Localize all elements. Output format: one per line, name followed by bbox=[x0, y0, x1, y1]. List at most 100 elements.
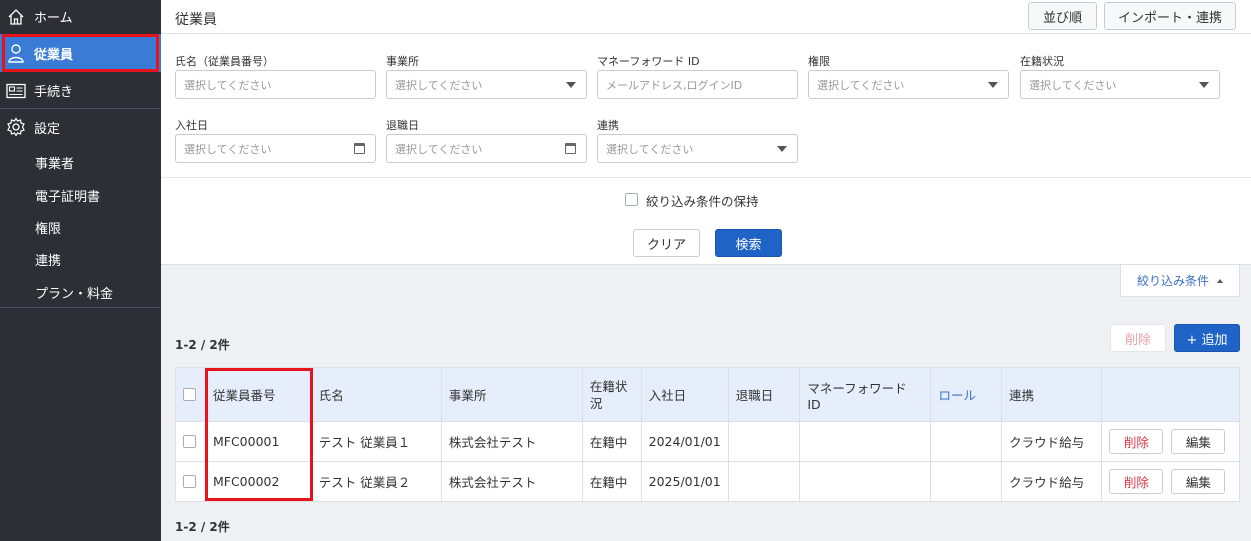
sidebar-item-label: 手続き bbox=[34, 85, 74, 100]
filter-toggle-tab[interactable]: 絞り込み条件 bbox=[1120, 265, 1240, 297]
column-header-mfid[interactable]: マネーフォワード ID bbox=[799, 367, 932, 422]
cell-leave-date bbox=[727, 461, 801, 502]
caret-up-icon bbox=[1217, 278, 1223, 283]
divider bbox=[0, 307, 161, 308]
filter-toggle-label: 絞り込み条件 bbox=[1136, 274, 1209, 288]
cell-id: MFC00002 bbox=[204, 461, 312, 502]
link-filter-select[interactable]: 選択してください bbox=[597, 134, 798, 163]
sidebar-subitem-permission[interactable]: 権限 bbox=[35, 218, 61, 237]
sort-button[interactable]: 並び順 bbox=[1028, 2, 1097, 30]
status-filter-select[interactable]: 選択してください bbox=[1020, 70, 1220, 99]
row-delete-button[interactable]: 削除 bbox=[1109, 429, 1164, 454]
filter-label: 氏名（従業員番号） bbox=[175, 55, 274, 68]
cell-actions: 削除 編集 bbox=[1101, 421, 1240, 462]
filter-label: 退職日 bbox=[386, 119, 419, 132]
filter-label: 在籍状況 bbox=[1020, 55, 1064, 68]
sidebar-subitem-link[interactable]: 連携 bbox=[35, 250, 61, 269]
select-all-checkbox[interactable] bbox=[183, 388, 196, 401]
caret-down-icon bbox=[988, 82, 998, 88]
table-row: MFC00001 テスト 従業員１ 株式会社テスト 在籍中 2024/01/01… bbox=[175, 421, 1240, 462]
sidebar-item-label: 従業員 bbox=[34, 47, 74, 63]
sidebar-subitem-plan[interactable]: プラン・料金 bbox=[35, 283, 113, 302]
permission-filter-select[interactable]: 選択してください bbox=[808, 70, 1009, 99]
cell-office: 株式会社テスト bbox=[440, 461, 583, 502]
import-button[interactable]: インポート・連携 bbox=[1104, 2, 1236, 30]
filter-label: マネーフォワード ID bbox=[597, 55, 700, 68]
caret-down-icon bbox=[1199, 82, 1209, 88]
column-header-name[interactable]: 氏名 bbox=[310, 367, 442, 422]
leave-date-filter-input[interactable]: 選択してください bbox=[386, 134, 587, 163]
sidebar-item-home[interactable]: ホーム bbox=[0, 0, 161, 33]
sidebar-subitem-business[interactable]: 事業者 bbox=[35, 153, 74, 172]
sidebar: ホーム 従業員 手続き 設定 事業者 電子証明書 権限 連携 プラン・料金 bbox=[0, 0, 161, 541]
row-select-cell bbox=[175, 421, 206, 462]
row-checkbox[interactable] bbox=[183, 435, 196, 448]
mfid-filter-input[interactable]: メールアドレス,ログインID bbox=[597, 70, 798, 99]
employee-table: 従業員番号 氏名 事業所 在籍状況 入社日 退職日 マネーフォワード ID ロー… bbox=[175, 367, 1240, 502]
keep-filter-checkbox[interactable] bbox=[625, 193, 638, 206]
divider bbox=[0, 108, 161, 109]
caret-down-icon bbox=[777, 146, 787, 152]
cell-id: MFC00001 bbox=[204, 421, 312, 462]
gear-icon bbox=[6, 117, 26, 137]
result-count-bottom: 1-2 / 2件 bbox=[175, 520, 230, 534]
cell-leave-date bbox=[727, 421, 801, 462]
page-title: 従業員 bbox=[175, 12, 217, 28]
main-content: 従業員 並び順 インポート・連携 氏名（従業員番号） 選択してください 事業所 … bbox=[161, 0, 1251, 541]
row-delete-button[interactable]: 削除 bbox=[1109, 469, 1164, 494]
column-header-leave-date[interactable]: 退職日 bbox=[727, 367, 801, 422]
cell-status: 在籍中 bbox=[581, 421, 642, 462]
column-header-office[interactable]: 事業所 bbox=[440, 367, 583, 422]
filter-panel: 氏名（従業員番号） 選択してください 事業所 選択してください マネーフォワード… bbox=[161, 34, 1251, 265]
filter-label: 事業所 bbox=[386, 55, 419, 68]
keep-filter-label: 絞り込み条件の保持 bbox=[646, 194, 759, 209]
table-header-row: 従業員番号 氏名 事業所 在籍状況 入社日 退職日 マネーフォワード ID ロー… bbox=[175, 367, 1240, 422]
cell-mfid bbox=[799, 461, 932, 502]
page-header: 従業員 並び順 インポート・連携 bbox=[161, 0, 1251, 34]
row-checkbox[interactable] bbox=[183, 475, 196, 488]
sidebar-item-procedures[interactable]: 手続き bbox=[0, 74, 161, 107]
column-header-join-date[interactable]: 入社日 bbox=[640, 367, 729, 422]
clear-button[interactable]: クリア bbox=[633, 229, 700, 257]
sidebar-item-settings[interactable]: 設定 bbox=[0, 110, 161, 144]
cell-name: テスト 従業員１ bbox=[310, 421, 442, 462]
column-header-role[interactable]: ロール bbox=[930, 367, 1003, 422]
cell-office: 株式会社テスト bbox=[440, 421, 583, 462]
add-employee-button[interactable]: + 追加 bbox=[1174, 324, 1240, 352]
row-edit-button[interactable]: 編集 bbox=[1171, 469, 1226, 494]
column-header-link[interactable]: 連携 bbox=[1001, 367, 1103, 422]
column-header-id[interactable]: 従業員番号 bbox=[204, 367, 312, 422]
cell-link: クラウド給与 bbox=[1001, 421, 1103, 462]
column-header-status[interactable]: 在籍状況 bbox=[581, 367, 642, 422]
cell-mfid bbox=[799, 421, 932, 462]
join-date-filter-input[interactable]: 選択してください bbox=[175, 134, 376, 163]
name-filter-input[interactable]: 選択してください bbox=[175, 70, 376, 99]
filter-label: 権限 bbox=[808, 55, 830, 68]
sidebar-item-label: 設定 bbox=[34, 121, 61, 137]
person-icon bbox=[6, 43, 26, 63]
calendar-icon bbox=[354, 143, 365, 154]
table-row: MFC00002 テスト 従業員２ 株式会社テスト 在籍中 2025/01/01… bbox=[175, 461, 1240, 502]
calendar-icon bbox=[565, 143, 576, 154]
divider bbox=[161, 177, 1251, 178]
cell-role bbox=[930, 461, 1003, 502]
select-all-cell bbox=[175, 367, 206, 422]
bulk-delete-button[interactable]: 削除 bbox=[1110, 324, 1166, 352]
search-button[interactable]: 検索 bbox=[715, 229, 782, 257]
cell-role bbox=[930, 421, 1003, 462]
sidebar-item-label: ホーム bbox=[34, 11, 73, 26]
cell-actions: 削除 編集 bbox=[1101, 461, 1240, 502]
cell-name: テスト 従業員２ bbox=[310, 461, 442, 502]
filter-label: 連携 bbox=[597, 119, 619, 132]
sidebar-subitem-certificate[interactable]: 電子証明書 bbox=[35, 186, 100, 205]
caret-down-icon bbox=[566, 82, 576, 88]
cell-link: クラウド給与 bbox=[1001, 461, 1103, 502]
row-edit-button[interactable]: 編集 bbox=[1171, 429, 1226, 454]
cell-join-date: 2024/01/01 bbox=[640, 421, 729, 462]
sidebar-item-employees[interactable]: 従業員 bbox=[0, 34, 161, 72]
form-icon bbox=[6, 81, 26, 101]
filter-label: 入社日 bbox=[175, 119, 208, 132]
column-header-actions bbox=[1101, 367, 1240, 422]
office-filter-select[interactable]: 選択してください bbox=[386, 70, 587, 99]
row-select-cell bbox=[175, 461, 206, 502]
